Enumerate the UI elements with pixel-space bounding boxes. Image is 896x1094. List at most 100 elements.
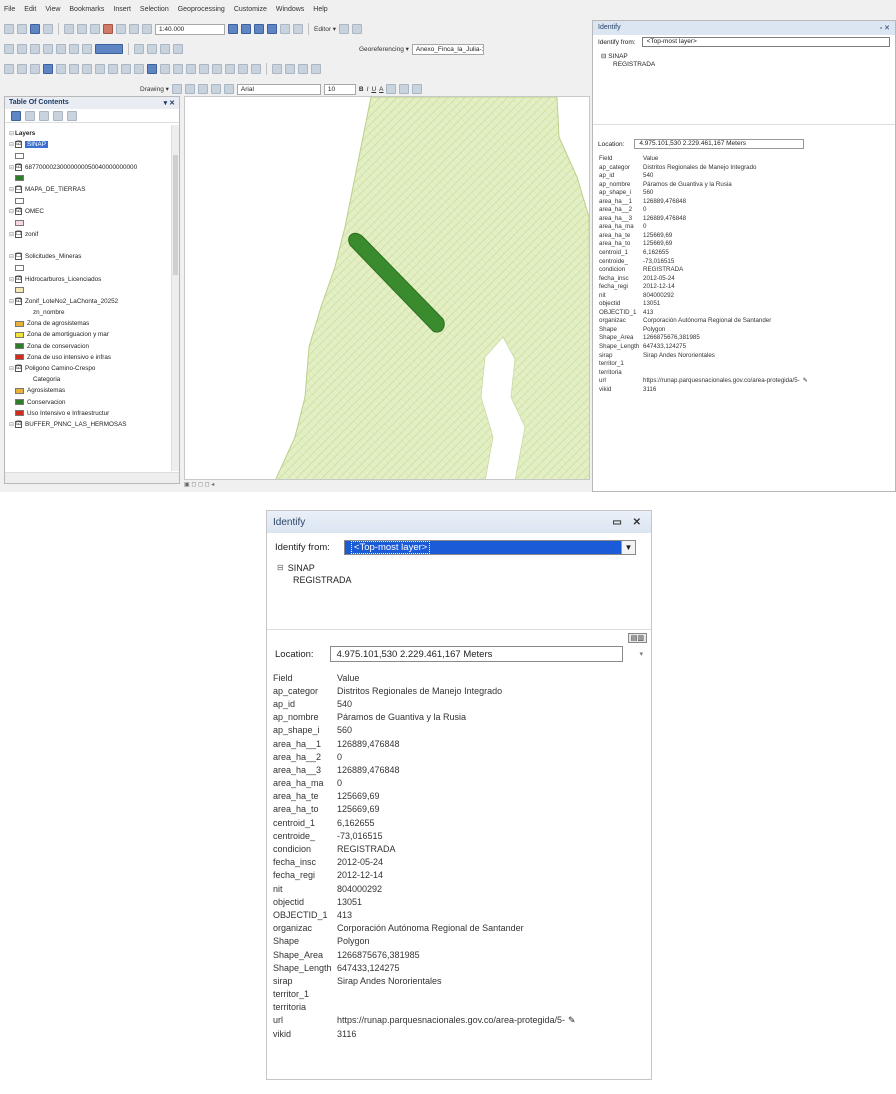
tool-icon[interactable] <box>30 44 40 54</box>
attribute-row[interactable]: centroid_1 6,162655 <box>273 816 645 829</box>
attribute-row[interactable]: Shape_Length 647433,124275 <box>273 961 645 974</box>
toc-row[interactable]: ⊟ ☑ OMEC <box>8 206 170 217</box>
rectangle-icon[interactable] <box>197 84 208 94</box>
toc-row[interactable] <box>8 150 170 161</box>
tool-icon[interactable] <box>285 64 295 74</box>
options-icon[interactable] <box>67 111 77 121</box>
clear-selection-icon[interactable] <box>121 64 131 74</box>
legend-symbol-swatch[interactable] <box>15 410 24 417</box>
attribute-row[interactable]: vikid 3116 <box>273 1027 645 1040</box>
text-icon[interactable] <box>210 84 221 94</box>
attribute-row[interactable]: area_ha__2 0 <box>273 750 645 763</box>
italic-icon[interactable]: I <box>367 86 369 93</box>
identify-small-tree-feature[interactable]: REGISTRADA <box>601 61 887 70</box>
layer-visibility-checkbox[interactable]: ☐ <box>15 253 22 261</box>
tool-icon[interactable] <box>69 44 79 54</box>
expand-icon[interactable]: ⊟ <box>8 365 15 372</box>
legend-symbol-swatch[interactable] <box>15 264 24 271</box>
map-scale-combo[interactable]: 1:40.000 <box>155 23 225 35</box>
print-icon[interactable] <box>43 24 53 34</box>
expand-icon[interactable]: ⊟ <box>8 141 15 148</box>
attribute-row[interactable]: Shape_Length 647433,124275 <box>599 343 889 352</box>
expand-icon[interactable]: ⊟ <box>8 164 15 171</box>
expand-icon[interactable]: ⊟ <box>8 130 15 137</box>
layout-icon[interactable] <box>173 44 183 54</box>
new-icon[interactable] <box>4 24 14 34</box>
map-status-bar[interactable]: ▣ ◻ ◻ ◻ ◂ <box>184 481 214 491</box>
attribute-row[interactable]: area_ha__1 126889,476848 <box>599 198 889 207</box>
font-name-combo[interactable]: Arial <box>236 83 321 95</box>
layer-visibility-checkbox[interactable]: ☑ <box>15 365 22 373</box>
attribute-row[interactable]: territoria <box>273 1001 645 1014</box>
expand-icon[interactable]: ⊟ <box>8 276 15 283</box>
georeferencing-menu[interactable]: Georeferencing ▾ <box>359 45 409 53</box>
identify-small-location-value[interactable]: 4.975.101,530 2.229.461,167 Meters <box>634 139 805 149</box>
scrollbar-thumb[interactable] <box>173 155 178 275</box>
attribute-row[interactable]: ap_categor Distritos Regionales de Manejo… <box>599 164 889 173</box>
full-extent-icon[interactable] <box>43 64 53 74</box>
toc-row[interactable]: Zona de agrosistemas <box>8 318 170 329</box>
layer-visibility-checkbox[interactable]: ☑ <box>15 141 22 149</box>
list-by-drawing-order-icon[interactable] <box>11 111 21 121</box>
attribute-row[interactable]: ap_id 540 <box>599 172 889 181</box>
html-popup-icon[interactable] <box>225 64 235 74</box>
attribute-row[interactable]: Shape_Area 1266875676,381985 <box>599 334 889 343</box>
attribute-row[interactable]: territor_1 <box>273 988 645 1001</box>
georef-layer-combo[interactable]: Anexo_Finca_la_Julia-1 <box>411 43 484 55</box>
legend-symbol-swatch[interactable] <box>15 152 24 159</box>
attribute-row[interactable]: area_ha__3 126889,476848 <box>599 215 889 224</box>
drawing-menu[interactable]: Drawing ▾ <box>140 85 169 93</box>
tree-node-layer[interactable]: ⊟ SINAP <box>277 563 641 575</box>
layer-visibility-checkbox[interactable]: ☐ <box>15 186 22 194</box>
toc-row[interactable]: zn_nombre <box>8 307 170 318</box>
attribute-row[interactable]: vikid 3116 <box>599 386 889 395</box>
toc-icon[interactable] <box>241 24 251 34</box>
toc-vertical-scrollbar[interactable] <box>171 125 179 471</box>
toc-row[interactable]: ⊟ ☑ Zonif_LoteNo2_LaChonta_20252 <box>8 296 170 307</box>
layer-visibility-checkbox[interactable]: ☐ <box>15 230 22 238</box>
menu-item[interactable]: Bookmarks <box>69 6 104 18</box>
goto-xy-icon[interactable] <box>186 64 196 74</box>
toc-row[interactable]: Agrosistemas <box>8 385 170 396</box>
tool-icon[interactable] <box>43 44 53 54</box>
expand-icon[interactable]: ⊟ <box>8 231 15 238</box>
toc-row[interactable] <box>8 240 170 251</box>
zoom-out-icon[interactable] <box>17 64 27 74</box>
menu-item[interactable]: Insert <box>113 6 131 18</box>
attribute-row[interactable]: ap_nombre Páramos de Guantiva y la Rusia <box>273 711 645 724</box>
search-icon[interactable] <box>267 24 277 34</box>
python-icon[interactable] <box>293 24 303 34</box>
toc-row[interactable]: Zona de uso intensivo e infras <box>8 352 170 363</box>
delete-icon[interactable] <box>103 24 113 34</box>
find-icon[interactable] <box>160 64 170 74</box>
expand-icon[interactable]: ⊟ <box>8 298 15 305</box>
toc-row[interactable]: ⊟ ☐ Solicitudes_Mineras <box>8 251 170 262</box>
map-canvas[interactable] <box>185 97 590 480</box>
toc-row[interactable]: Zona de amortiguacion y mar <box>8 329 170 340</box>
editor-menu[interactable]: Editor ▾ <box>314 25 336 33</box>
layer-visibility-checkbox[interactable]: ☑ <box>15 208 22 216</box>
toc-row[interactable]: Categoria <box>8 374 170 385</box>
attribute-row[interactable]: url https://runap.parquesnacionales.gov.c… <box>273 1014 645 1027</box>
save-icon[interactable] <box>30 24 40 34</box>
menu-item[interactable]: Windows <box>276 6 304 18</box>
legend-symbol-swatch[interactable] <box>15 354 24 361</box>
layer-visibility-checkbox[interactable]: ☑ <box>15 275 22 283</box>
font-size-combo[interactable]: 10 <box>323 83 356 95</box>
bold-icon[interactable]: B <box>359 86 364 93</box>
tool-icon[interactable] <box>82 44 92 54</box>
attribute-row[interactable]: fecha_insc 2012-05-24 <box>273 856 645 869</box>
attribute-row[interactable]: objectid 13051 <box>273 895 645 908</box>
expand-icon[interactable]: ⊟ <box>8 421 15 428</box>
tool-icon[interactable] <box>17 44 27 54</box>
legend-symbol-swatch[interactable] <box>15 399 24 406</box>
attribute-row[interactable]: OBJECTID_1 413 <box>273 908 645 921</box>
attribute-row[interactable]: Shape Polygon <box>599 326 889 335</box>
attribute-row[interactable]: condicion REGISTRADA <box>599 266 889 275</box>
marker-color-icon[interactable] <box>412 84 423 94</box>
copy-icon[interactable] <box>77 24 87 34</box>
attribute-row[interactable]: ap_shape_i 560 <box>599 189 889 198</box>
legend-symbol-swatch[interactable] <box>15 175 24 182</box>
view-toggle-icon[interactable]: ▤▥ <box>627 633 647 643</box>
attribute-row[interactable]: fecha_regi 2012-12-14 <box>599 283 889 292</box>
